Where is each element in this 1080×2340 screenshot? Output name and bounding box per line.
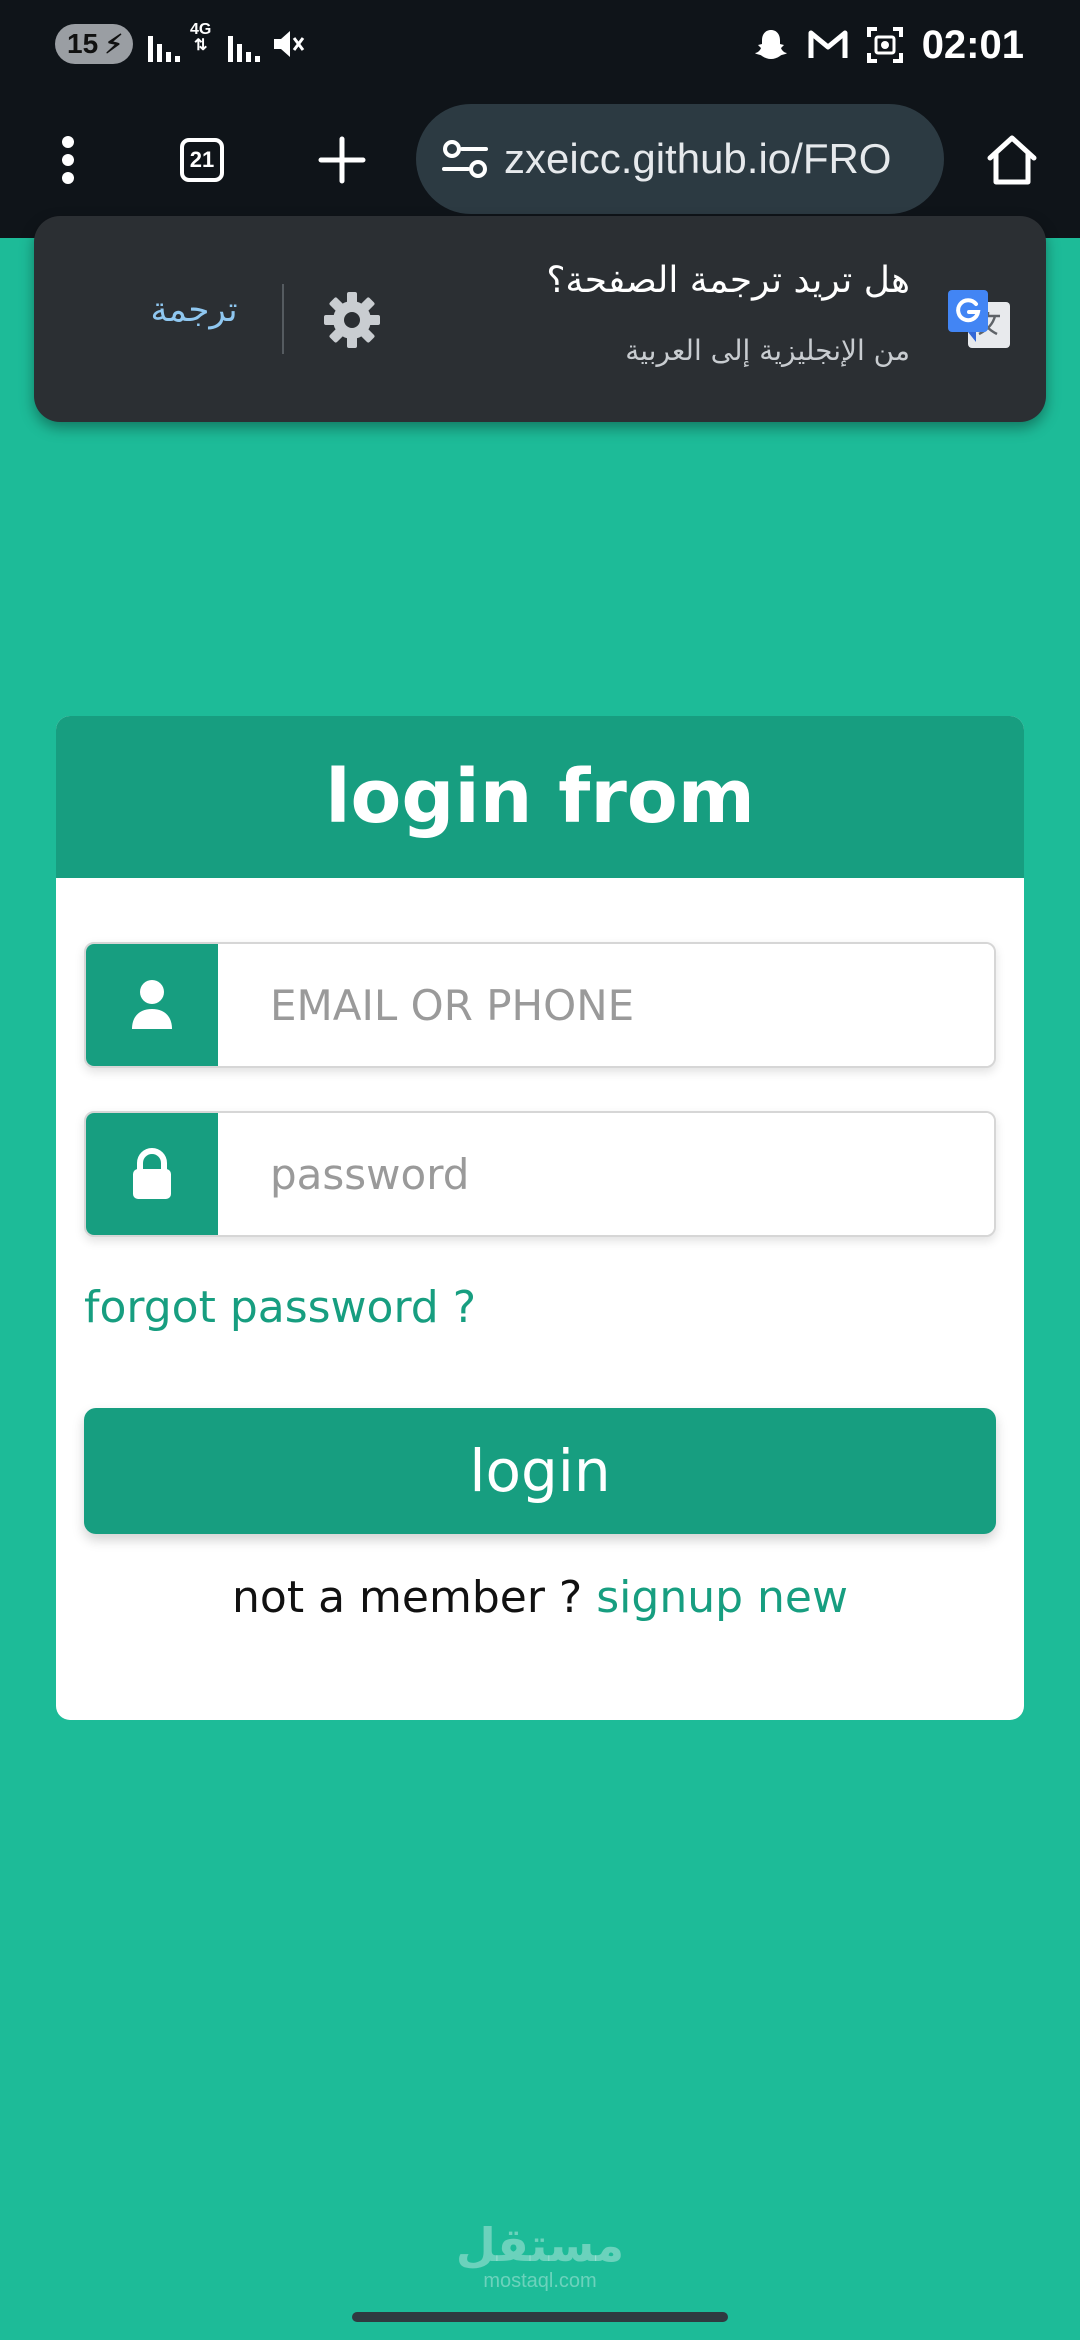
signup-link[interactable]: signup new: [596, 1572, 848, 1623]
home-icon: [987, 135, 1037, 185]
browser-toolbar: 21 zxeicc.github.io/FRO: [0, 100, 1080, 220]
translate-subtitle: من الإنجليزية إلى العربية: [625, 334, 910, 367]
google-translate-icon: [948, 290, 1010, 348]
login-card: login from forgot password ? login not a…: [56, 716, 1024, 1720]
email-field-group: [84, 942, 996, 1068]
settings-gear-icon[interactable]: [320, 288, 384, 352]
tabs-icon: 21: [180, 138, 224, 182]
browser-chrome: 15 ⚡︎ 4G ⇅ 02:01 21 zxeicc.github.io/FRO: [0, 0, 1080, 238]
address-bar[interactable]: zxeicc.github.io/FRO: [416, 104, 944, 214]
email-icon-box: [86, 944, 218, 1066]
new-tab-plus-icon: [318, 136, 366, 184]
user-icon: [132, 980, 172, 1029]
translate-popup: ترجمة هل تريد ترجمة الصفحة؟ من الإنجليزي…: [34, 216, 1046, 422]
url-text[interactable]: zxeicc.github.io/FRO: [504, 135, 891, 183]
network-type-label: 4G: [190, 21, 212, 38]
signup-prompt: not a member ?: [232, 1572, 583, 1623]
status-right-group: 02:01: [752, 20, 1024, 70]
tabs-button[interactable]: 21: [162, 120, 242, 200]
watermark-arabic: مستقل: [455, 2218, 625, 2272]
clock: 02:01: [921, 22, 1024, 67]
gmail-icon: [808, 30, 848, 58]
battery-level: 15: [67, 28, 99, 59]
login-heading: login from: [56, 716, 1024, 878]
signup-line: not a member ? signup new: [56, 1572, 1024, 1623]
password-input[interactable]: [218, 1113, 994, 1235]
data-arrows-icon: ⇅: [193, 37, 208, 54]
translate-button[interactable]: ترجمة: [104, 290, 284, 330]
snapchat-icon: [754, 30, 787, 59]
menu-kebab-icon: [62, 136, 74, 184]
home-button[interactable]: [972, 120, 1052, 200]
site-settings-icon[interactable]: [440, 134, 490, 184]
lock-icon: [133, 1148, 171, 1199]
watermark-latin: mostaql.com: [483, 2270, 597, 2292]
charging-bolt-icon: ⚡︎: [104, 29, 123, 59]
forgot-password-link[interactable]: forgot password ?: [84, 1282, 476, 1333]
gesture-nav-handle[interactable]: [352, 2312, 728, 2322]
signal-strength-2-icon: [228, 26, 260, 62]
email-input[interactable]: [218, 944, 994, 1066]
login-button[interactable]: login: [84, 1408, 996, 1534]
popup-divider: [282, 284, 284, 354]
menu-button[interactable]: [28, 120, 108, 200]
watermark: مستقل mostaql.com: [440, 2220, 640, 2292]
translate-title: هل تريد ترجمة الصفحة؟: [546, 260, 910, 301]
new-tab-button[interactable]: [302, 120, 382, 200]
network-type: 4G ⇅: [190, 22, 211, 54]
status-bar: 15 ⚡︎ 4G ⇅ 02:01: [0, 0, 1080, 90]
password-icon-box: [86, 1113, 218, 1235]
password-field-group: [84, 1111, 996, 1237]
battery-indicator: 15 ⚡︎: [55, 24, 133, 64]
signal-strength-icon: [148, 26, 180, 62]
muted-speaker-icon: [274, 31, 305, 57]
screenshot-icon: [866, 27, 903, 63]
